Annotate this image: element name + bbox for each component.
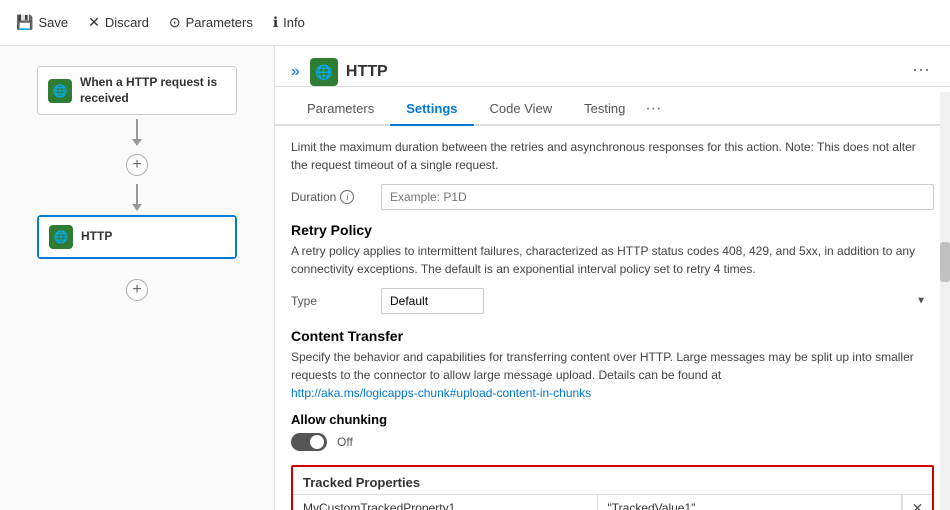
flow-arrowhead-1 xyxy=(132,139,142,146)
tab-bar: Parameters Settings Code View Testing ··… xyxy=(275,93,950,126)
flow-line-2 xyxy=(136,184,138,204)
right-panel: » 🌐 HTTP ··· Parameters Settings Code Vi… xyxy=(275,46,950,510)
main-layout: 🌐 When a HTTP request is received + 🌐 HT… xyxy=(0,46,950,510)
content-transfer-link[interactable]: http://aka.ms/logicapps-chunk#upload-con… xyxy=(291,386,591,400)
save-label: Save xyxy=(38,15,68,30)
discard-label: Discard xyxy=(105,15,149,30)
duration-row: Duration i xyxy=(291,184,934,210)
info-label: Info xyxy=(283,15,305,30)
discard-button[interactable]: ✕ Discard xyxy=(88,14,149,31)
discard-icon: ✕ xyxy=(88,14,100,31)
expand-icon[interactable]: » xyxy=(291,63,300,81)
scrollbar-thumb[interactable] xyxy=(940,242,950,282)
save-button[interactable]: 💾 Save xyxy=(16,14,68,31)
tracked-delete-button[interactable]: ✕ xyxy=(902,495,932,510)
info-button[interactable]: ℹ Info xyxy=(273,14,305,31)
flow-line-1 xyxy=(136,119,138,139)
tracked-properties-title: Tracked Properties xyxy=(293,467,932,494)
tracked-value-1[interactable]: "TrackedValue1" xyxy=(598,495,903,510)
allow-chunking-label: Allow chunking xyxy=(291,412,934,427)
add-step-button-1[interactable]: + xyxy=(126,154,148,176)
trigger-icon: 🌐 xyxy=(48,79,72,103)
type-chevron-icon: ▼ xyxy=(916,296,926,307)
tab-more-button[interactable]: ··· xyxy=(645,100,661,118)
info-icon: ℹ xyxy=(273,14,278,31)
toolbar: 💾 Save ✕ Discard ⊙ Parameters ℹ Info xyxy=(0,0,950,46)
duration-input[interactable] xyxy=(381,184,934,210)
tab-testing[interactable]: Testing xyxy=(568,93,641,126)
save-icon: 💾 xyxy=(16,14,33,31)
tracked-row-1: MyCustomTrackedProperty1 "TrackedValue1"… xyxy=(293,494,932,510)
parameters-label: Parameters xyxy=(186,15,253,30)
content-transfer-section: Content Transfer Specify the behavior an… xyxy=(291,328,934,402)
panel-http-icon: 🌐 xyxy=(310,58,338,86)
duration-info-icon[interactable]: i xyxy=(340,190,354,204)
scrollbar-track xyxy=(940,92,950,510)
flow-container: 🌐 When a HTTP request is received + 🌐 HT… xyxy=(0,66,274,305)
chunking-toggle-row: Off xyxy=(291,433,934,451)
tab-parameters[interactable]: Parameters xyxy=(291,93,390,126)
left-panel: 🌐 When a HTTP request is received + 🌐 HT… xyxy=(0,46,275,510)
http-icon: 🌐 xyxy=(49,225,73,249)
type-dropdown[interactable]: Default None Fixed Exponential xyxy=(381,288,484,314)
tab-code-view[interactable]: Code View xyxy=(474,93,569,126)
content-transfer-desc: Specify the behavior and capabilities fo… xyxy=(291,348,934,402)
retry-policy-desc: A retry policy applies to intermittent f… xyxy=(291,242,934,278)
flow-connector-1 xyxy=(132,119,142,146)
trigger-title: When a HTTP request is received xyxy=(80,75,226,106)
settings-content: Limit the maximum duration between the r… xyxy=(275,126,950,510)
parameters-button[interactable]: ⊙ Parameters xyxy=(169,14,253,31)
panel-title: HTTP xyxy=(346,63,908,81)
http-card[interactable]: 🌐 HTTP xyxy=(37,215,237,259)
content-transfer-title: Content Transfer xyxy=(291,328,934,344)
trigger-card[interactable]: 🌐 When a HTTP request is received xyxy=(37,66,237,115)
retry-policy-title: Retry Policy xyxy=(291,222,934,238)
panel-more-button[interactable]: ··· xyxy=(908,59,934,80)
type-row: Type Default None Fixed Exponential ▼ xyxy=(291,288,934,314)
type-label: Type xyxy=(291,294,371,308)
panel-header: » 🌐 HTTP ··· xyxy=(275,46,950,87)
http-title: HTTP xyxy=(81,229,112,245)
tab-settings[interactable]: Settings xyxy=(390,93,473,126)
toggle-off-label: Off xyxy=(337,435,353,449)
tracked-properties-box: Tracked Properties MyCustomTrackedProper… xyxy=(291,465,934,510)
retry-policy-section: Retry Policy A retry policy applies to i… xyxy=(291,222,934,278)
flow-connector-2 xyxy=(132,184,142,211)
type-dropdown-wrapper: Default None Fixed Exponential ▼ xyxy=(381,288,934,314)
add-step-button-2[interactable]: + xyxy=(126,279,148,301)
duration-description: Limit the maximum duration between the r… xyxy=(291,138,934,174)
chunking-toggle[interactable] xyxy=(291,433,327,451)
flow-arrowhead-2 xyxy=(132,204,142,211)
parameters-icon: ⊙ xyxy=(169,14,181,31)
duration-label: Duration i xyxy=(291,190,371,204)
toggle-thumb xyxy=(310,435,324,449)
tracked-key-1[interactable]: MyCustomTrackedProperty1 xyxy=(293,495,598,510)
